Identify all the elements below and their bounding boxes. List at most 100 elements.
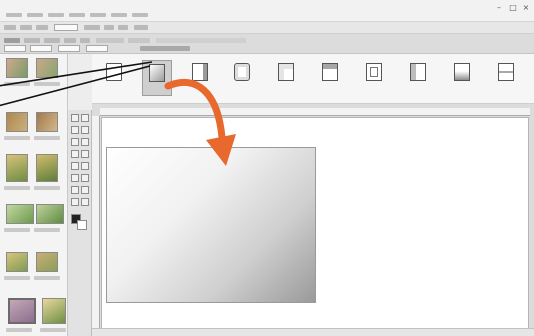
photo-thumbnail[interactable] xyxy=(6,58,28,78)
photo-thumbnail[interactable] xyxy=(36,252,58,272)
thumbnail-caption xyxy=(4,228,30,232)
toolbar-field[interactable] xyxy=(54,24,78,31)
hand-tool-icon[interactable] xyxy=(81,174,89,182)
thumbnail-caption xyxy=(4,82,30,86)
zoom-tool-icon[interactable] xyxy=(71,174,79,182)
gallery-item[interactable] xyxy=(100,60,130,96)
thumbnail-caption xyxy=(6,328,32,332)
gallery-item-label xyxy=(361,86,389,92)
close-icon[interactable]: × xyxy=(521,3,531,13)
tool-strip xyxy=(68,110,92,336)
gallery-item-label xyxy=(317,86,345,92)
thumbnail-caption xyxy=(4,186,30,190)
gradient-rectangle-layer[interactable] xyxy=(106,147,316,303)
status-bar xyxy=(92,328,534,336)
picker-tool-icon[interactable] xyxy=(81,162,89,170)
toolbar-chip[interactable] xyxy=(134,25,148,30)
gallery-item-label xyxy=(144,87,172,93)
gallery-item[interactable] xyxy=(404,60,434,96)
gradient-tool-icon[interactable] xyxy=(71,162,79,170)
line-tool-icon[interactable] xyxy=(81,186,89,194)
thumbnail-caption xyxy=(40,328,66,332)
square-top-shade-icon xyxy=(322,63,338,81)
panel-tab[interactable] xyxy=(64,38,76,43)
gallery-item[interactable] xyxy=(316,60,346,96)
photo-thumbnail[interactable] xyxy=(36,58,58,78)
eraser-tool-icon[interactable] xyxy=(71,150,79,158)
crop-tool-icon[interactable] xyxy=(71,126,79,134)
panel-tab-strip xyxy=(156,38,246,43)
vertical-ruler xyxy=(92,116,100,330)
photo-thumbnail[interactable] xyxy=(36,112,58,132)
panel-field[interactable] xyxy=(86,45,108,52)
brush-tool-icon[interactable] xyxy=(81,126,89,134)
panel-tab[interactable] xyxy=(4,38,20,43)
clone-tool-icon[interactable] xyxy=(71,186,79,194)
shape-gallery xyxy=(92,54,534,104)
panel-tab[interactable] xyxy=(80,38,90,43)
gallery-item[interactable] xyxy=(272,60,302,96)
photo-thumbnail-selected[interactable] xyxy=(8,298,36,324)
toolbar-chip[interactable] xyxy=(20,25,32,30)
menu-item[interactable] xyxy=(69,13,85,17)
photo-thumbnail[interactable] xyxy=(36,154,58,182)
gradient-square-icon xyxy=(149,64,165,82)
panel-tab[interactable] xyxy=(96,38,124,43)
photo-thumbnail[interactable] xyxy=(6,252,28,272)
thumbnail-caption xyxy=(34,82,60,86)
shape-tool-icon[interactable] xyxy=(81,138,89,146)
thumbnail-caption xyxy=(34,276,60,280)
toolbar-chip[interactable] xyxy=(36,25,48,30)
thumbnail-caption xyxy=(34,136,60,140)
panel-field[interactable] xyxy=(30,45,52,52)
photo-thumbnail[interactable] xyxy=(6,112,28,132)
gallery-item-label xyxy=(187,86,215,92)
panel-icon-row[interactable] xyxy=(140,46,190,51)
photo-thumbnail[interactable] xyxy=(36,204,64,224)
image-browser-panel xyxy=(0,54,68,336)
minimize-icon[interactable]: – xyxy=(494,3,504,13)
background-color-swatch[interactable] xyxy=(77,220,87,230)
title-bar: – □ × xyxy=(0,0,534,22)
menu-item[interactable] xyxy=(132,13,148,17)
blur-tool-icon[interactable] xyxy=(81,198,89,206)
photo-thumbnail[interactable] xyxy=(6,154,28,182)
fill-tool-icon[interactable] xyxy=(81,150,89,158)
panel-toolbar xyxy=(0,34,534,54)
panel-field[interactable] xyxy=(58,45,80,52)
thumbnail-caption xyxy=(34,228,60,232)
gallery-item[interactable] xyxy=(448,60,478,96)
panel-tab[interactable] xyxy=(24,38,40,43)
select-tool-icon[interactable] xyxy=(81,114,89,122)
toolbar-chip[interactable] xyxy=(84,25,100,30)
toolbar-chip[interactable] xyxy=(104,25,114,30)
menu-item[interactable] xyxy=(27,13,43,17)
square-inner-icon xyxy=(234,63,250,81)
panel-tab[interactable] xyxy=(44,38,60,43)
square-side-icon xyxy=(410,63,426,81)
pen-tool-icon[interactable] xyxy=(71,198,79,206)
menu-item[interactable] xyxy=(111,13,127,17)
horizontal-ruler xyxy=(100,108,530,116)
menu-item[interactable] xyxy=(6,13,22,17)
gallery-item-label xyxy=(273,86,301,92)
menu-item[interactable] xyxy=(48,13,64,17)
gallery-item[interactable] xyxy=(492,60,522,96)
gallery-item-label xyxy=(229,86,257,92)
gallery-item[interactable] xyxy=(186,60,216,96)
photo-thumbnail[interactable] xyxy=(6,204,34,224)
maximize-icon[interactable]: □ xyxy=(508,3,518,13)
move-tool-icon[interactable] xyxy=(71,114,79,122)
toolbar-chip[interactable] xyxy=(4,25,16,30)
panel-tab[interactable] xyxy=(128,38,150,43)
gallery-item[interactable] xyxy=(360,60,390,96)
text-tool-icon[interactable] xyxy=(71,138,79,146)
square-split-icon xyxy=(498,63,514,81)
toolbar-chip[interactable] xyxy=(118,25,128,30)
gallery-item-selected[interactable] xyxy=(142,60,172,96)
gallery-item[interactable] xyxy=(228,60,258,96)
thumbnail-caption xyxy=(4,136,30,140)
panel-field[interactable] xyxy=(4,45,26,52)
photo-thumbnail[interactable] xyxy=(42,298,66,324)
menu-item[interactable] xyxy=(90,13,106,17)
